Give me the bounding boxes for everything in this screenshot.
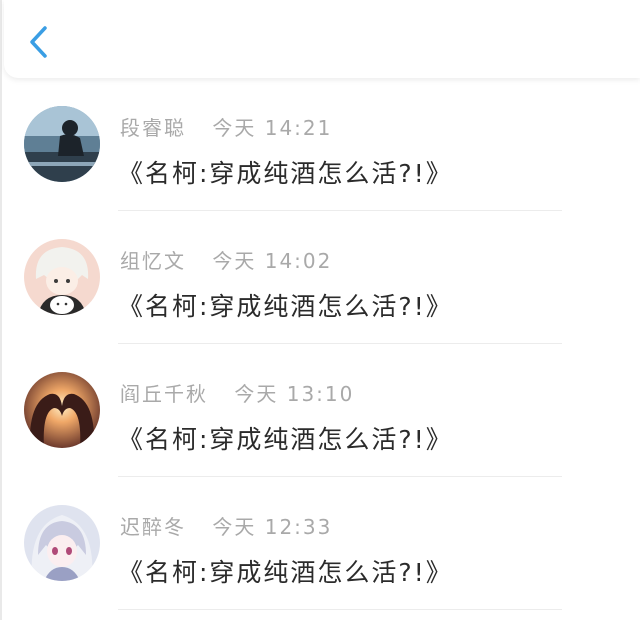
heart-hands-sunset-avatar xyxy=(24,372,100,448)
item-meta: 阎丘千秋 今天 13:10 xyxy=(120,378,354,407)
message-text: 《名柯:穿成纯酒怎么活?!》 xyxy=(118,425,453,454)
anime-boy-cat-avatar xyxy=(24,239,100,315)
item-meta: 迟醉冬 今天 12:33 xyxy=(120,511,332,540)
timestamp: 今天 12:33 xyxy=(212,515,333,539)
avatar[interactable] xyxy=(24,505,100,581)
message-text: 《名柯:穿成纯酒怎么活?!》 xyxy=(118,292,453,321)
timestamp: 今天 13:10 xyxy=(234,382,355,406)
silhouette-landscape-avatar xyxy=(24,106,100,182)
sender-name: 组忆文 xyxy=(120,249,186,273)
avatar[interactable] xyxy=(24,106,100,182)
item-meta: 组忆文 今天 14:02 xyxy=(120,245,332,274)
divider xyxy=(118,609,562,610)
sender-name: 迟醉冬 xyxy=(120,515,186,539)
sender-name: 阎丘千秋 xyxy=(120,382,208,406)
top-bar xyxy=(4,0,640,78)
message-text: 《名柯:穿成纯酒怎么活?!》 xyxy=(118,159,453,188)
message-text: 《名柯:穿成纯酒怎么活?!》 xyxy=(118,558,453,587)
item-meta: 段睿聪 今天 14:21 xyxy=(120,112,332,141)
app-frame: 段睿聪 今天 14:21 《名柯:穿成纯酒怎么活?!》 组忆文 今天 14:02… xyxy=(0,0,640,620)
list-item[interactable]: 阎丘千秋 今天 13:10 《名柯:穿成纯酒怎么活?!》 xyxy=(2,344,640,477)
list-item[interactable]: 组忆文 今天 14:02 《名柯:穿成纯酒怎么活?!》 xyxy=(2,211,640,344)
anime-girl-avatar xyxy=(24,505,100,581)
avatar[interactable] xyxy=(24,372,100,448)
chevron-left-icon xyxy=(30,26,47,58)
message-list: 段睿聪 今天 14:21 《名柯:穿成纯酒怎么活?!》 组忆文 今天 14:02… xyxy=(2,78,640,610)
timestamp: 今天 14:21 xyxy=(212,116,333,140)
list-item[interactable]: 段睿聪 今天 14:21 《名柯:穿成纯酒怎么活?!》 xyxy=(2,78,640,211)
timestamp: 今天 14:02 xyxy=(212,249,333,273)
sender-name: 段睿聪 xyxy=(120,116,186,140)
list-item[interactable]: 迟醉冬 今天 12:33 《名柯:穿成纯酒怎么活?!》 xyxy=(2,477,640,610)
back-button[interactable] xyxy=(22,22,56,62)
avatar[interactable] xyxy=(24,239,100,315)
